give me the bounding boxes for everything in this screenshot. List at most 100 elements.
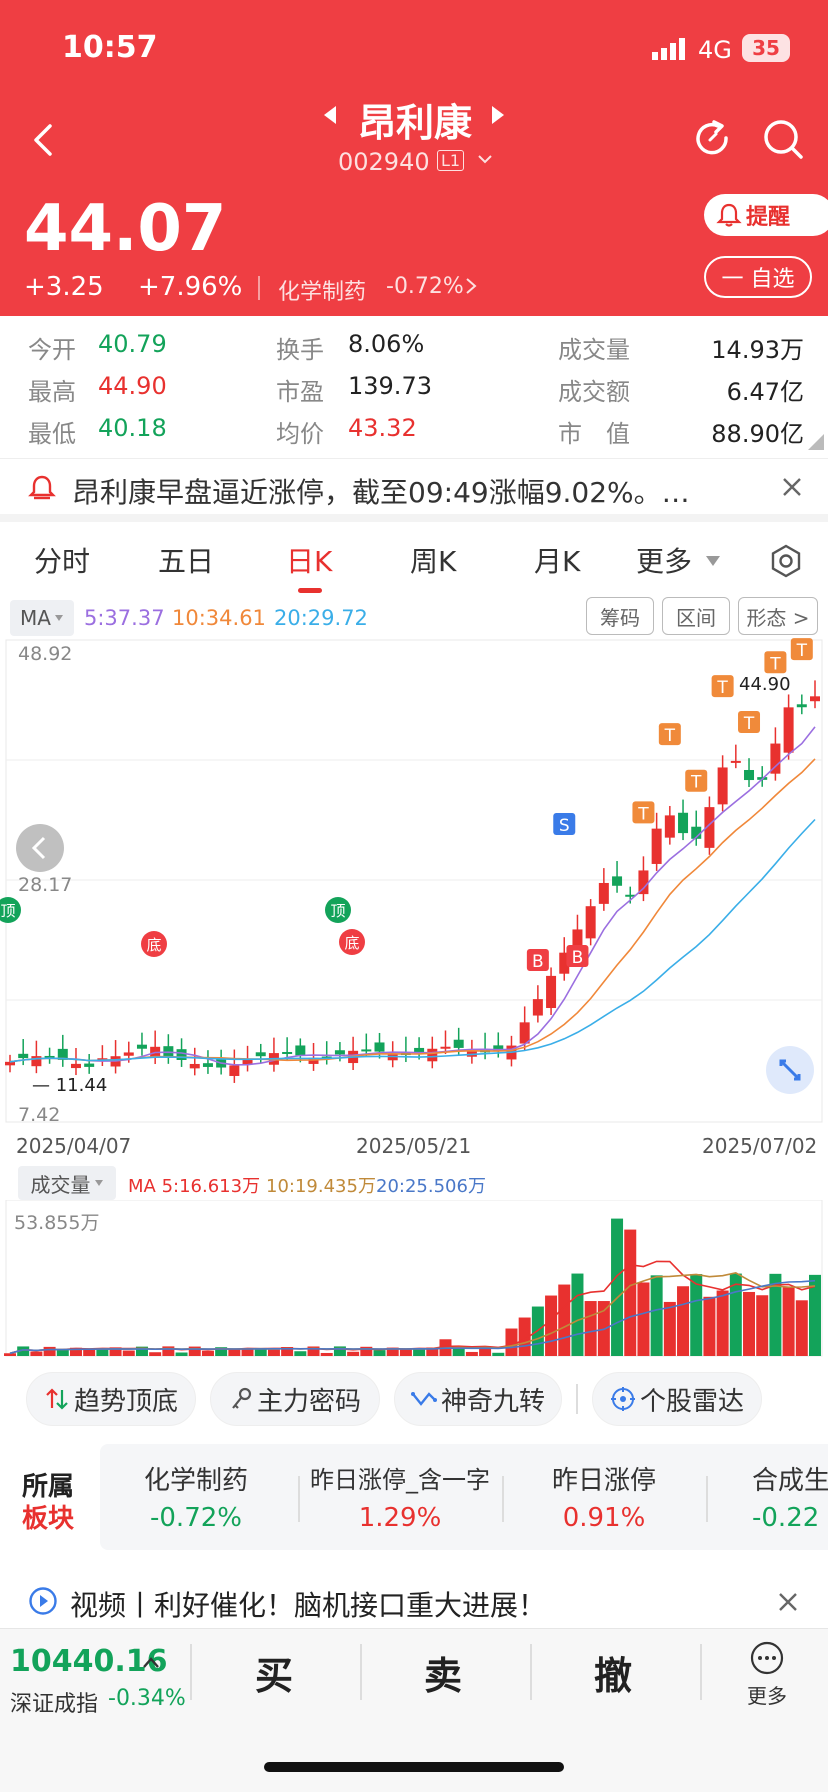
up-down-arrows-icon — [46, 1388, 68, 1410]
t-marker-label: T — [637, 804, 649, 824]
refresh-icon — [696, 120, 728, 155]
fullscreen-button[interactable] — [766, 1046, 814, 1094]
close-icon[interactable] — [776, 1590, 800, 1614]
price-change-pct: +7.96% — [138, 272, 243, 302]
sector-item[interactable]: 昨日涨停 0.91% — [512, 1460, 696, 1533]
current-price: 44.07 — [24, 192, 227, 266]
main-force-code-button[interactable]: 主力密码 — [210, 1372, 380, 1426]
divider — [360, 1644, 362, 1700]
volume-ma5: MA 5:16.613万 — [128, 1176, 261, 1197]
kline-chart[interactable]: TTTTTTTTBBS顶顶底底 — [0, 638, 828, 1178]
refresh-button[interactable] — [692, 118, 734, 164]
news-text: 昂利康早盘逼近涨停，截至09:49涨幅9.02%。… — [72, 476, 690, 509]
header: 10:57 4G 35 昂利康 002940 L1 44.07 +3.25 +7… — [0, 0, 828, 316]
next-stock-button[interactable] — [490, 104, 506, 130]
wave-icon — [410, 1392, 437, 1406]
pattern-button[interactable]: 形态 > — [738, 597, 818, 635]
tab-weekly-k[interactable]: 周K — [410, 540, 456, 580]
status-time: 10:57 — [62, 30, 158, 65]
volume-label: 成交量 — [558, 336, 630, 364]
chevron-right-icon[interactable] — [464, 276, 478, 300]
t-marker-label: T — [743, 714, 755, 734]
tool-label: 趋势顶底 — [73, 1386, 178, 1417]
scroll-left-button[interactable] — [16, 824, 64, 872]
radar-icon — [610, 1387, 635, 1411]
key-icon — [232, 1387, 252, 1409]
magic-nine-button[interactable]: 神奇九转 — [394, 1372, 562, 1426]
sector-name[interactable]: 化学制药 — [278, 274, 366, 306]
divider — [502, 1476, 504, 1522]
stock-radar-button[interactable]: 个股雷达 — [592, 1372, 762, 1426]
cancel-order-button[interactable]: 撤 — [594, 1645, 632, 1700]
sector-item[interactable]: 合成生 -0.22 — [752, 1460, 828, 1533]
volume-bar — [56, 1349, 69, 1356]
dropdown-icon[interactable] — [704, 554, 722, 568]
candle-body — [810, 696, 820, 702]
candle-body — [440, 1046, 451, 1049]
candle-body — [374, 1042, 385, 1052]
tab-daily-k[interactable]: 日K — [286, 540, 332, 580]
candle-body — [612, 876, 623, 886]
more-button[interactable]: 更多 — [740, 1640, 794, 1709]
divider — [190, 1644, 192, 1700]
search-button[interactable] — [762, 118, 804, 164]
low-label: 最低 — [28, 420, 76, 448]
sector-item[interactable]: 昨日涨停_含一字 1.29% — [302, 1460, 498, 1533]
back-button[interactable] — [24, 120, 64, 160]
volume-selector[interactable]: 成交量 — [18, 1166, 116, 1200]
volume-bar — [624, 1229, 637, 1356]
level-dropdown-icon[interactable] — [476, 150, 494, 172]
candle-body — [744, 769, 755, 781]
buy-button[interactable]: 买 — [255, 1645, 293, 1700]
volume-bar — [782, 1287, 795, 1356]
volume-bar — [677, 1286, 690, 1356]
candle-body — [717, 767, 728, 805]
tab-five-day[interactable]: 五日 — [158, 540, 214, 580]
stock-detail-screen: { "status_bar":{"time":"10:57","network"… — [0, 0, 828, 1792]
close-icon[interactable] — [780, 475, 804, 499]
chevron-up-icon[interactable] — [142, 1656, 160, 1670]
chevron-left-icon — [31, 836, 46, 860]
amount-label: 成交额 — [558, 378, 630, 406]
expand-corner-icon[interactable] — [808, 434, 824, 450]
low-value: 40.18 — [98, 414, 167, 442]
volume-bar — [637, 1282, 650, 1356]
ma5-value: 5:37.37 — [84, 606, 165, 630]
prev-stock-button[interactable] — [322, 104, 338, 130]
candle-body — [783, 707, 794, 753]
tab-more[interactable]: 更多 — [636, 540, 692, 580]
volume-bar — [96, 1349, 109, 1356]
trend-top-bottom-button[interactable]: 趋势顶底 — [26, 1372, 196, 1426]
video-text[interactable]: 视频丨利好催化！脑机接口重大进展！ — [70, 1584, 546, 1624]
turnover-label: 换手 — [276, 336, 324, 364]
divider — [706, 1476, 708, 1522]
sector-name: 昨日涨停_含一字 — [310, 1466, 490, 1494]
level-badge[interactable]: L1 — [437, 150, 465, 171]
volume-bar — [690, 1274, 703, 1356]
sector-pct: -0.22 — [752, 1503, 820, 1533]
volume-bar — [571, 1273, 584, 1356]
open-label: 今开 — [28, 336, 76, 364]
tool-label: 主力密码 — [256, 1386, 361, 1417]
ma20-value: 20:29.72 — [274, 606, 368, 630]
volume-bar — [584, 1301, 597, 1356]
home-indicator — [264, 1762, 564, 1772]
sector-item[interactable]: 化学制药 -0.72% — [106, 1460, 286, 1533]
news-bar[interactable]: 昂利康早盘逼近涨停，截至09:49涨幅9.02%。… — [0, 458, 828, 522]
tab-monthly-k[interactable]: 月K — [534, 540, 580, 580]
volume-chart[interactable] — [0, 1200, 828, 1360]
range-button[interactable]: 区间 — [662, 597, 730, 635]
ma-selector[interactable]: MA — [10, 600, 74, 636]
tab-intraday[interactable]: 分时 — [34, 540, 90, 580]
volume-bar — [716, 1290, 729, 1356]
sector-name: 昨日涨停 — [551, 1466, 656, 1496]
watchlist-button[interactable]: 一 自选 — [704, 256, 812, 298]
candle-body — [295, 1045, 306, 1056]
settings-icon[interactable] — [769, 544, 803, 578]
sell-button[interactable]: 卖 — [424, 1645, 462, 1700]
chip-button[interactable]: 筹码 — [586, 597, 654, 635]
alert-button[interactable]: 提醒 — [704, 194, 828, 236]
more-dots-icon — [750, 1641, 784, 1675]
candle-body — [519, 1022, 530, 1044]
sector-pct[interactable]: -0.72% — [386, 274, 464, 299]
